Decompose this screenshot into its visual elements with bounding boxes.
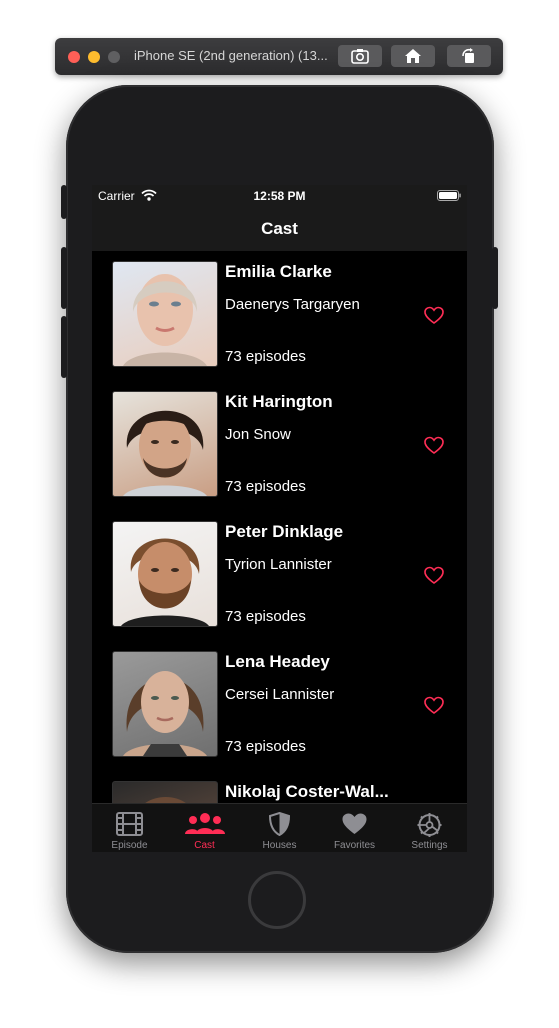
actor-name: Lena Headey (225, 652, 330, 671)
actor-name: Kit Harington (225, 392, 333, 411)
tab-settings[interactable]: Settings (392, 804, 467, 852)
portrait-image (121, 538, 209, 626)
character-name: Jon Snow (225, 426, 291, 443)
favorite-heart-icon[interactable] (424, 696, 444, 716)
cast-row[interactable]: Nikolaj Coster-Wal... (112, 771, 452, 803)
home-toolbar-button[interactable] (391, 45, 435, 67)
actor-photo (112, 651, 218, 757)
mute-switch (61, 185, 67, 219)
tab-label: Cast (194, 840, 215, 851)
simulator-title: iPhone SE (2nd generation) (13... (134, 48, 328, 63)
cast-row[interactable]: Peter Dinklage Tyrion Lannister 73 episo… (112, 511, 452, 627)
home-icon (405, 49, 421, 63)
actor-name: Peter Dinklage (225, 522, 344, 541)
volume-up-button (61, 247, 67, 309)
character-name: Daenerys Targaryen (225, 296, 360, 313)
portrait-image (123, 274, 207, 366)
tab-label: Favorites (333, 840, 376, 851)
tab-episode[interactable]: Episode (92, 804, 167, 852)
episode-count: 73 episodes (225, 608, 306, 625)
tab-bar: Episode Cast Houses Favorites Settings (92, 803, 467, 852)
actor-name: Nikolaj Coster-Wal... (225, 782, 389, 801)
tab-label: Episode (111, 840, 148, 851)
close-window-button[interactable] (68, 51, 80, 63)
clock: 12:58 PM (253, 189, 306, 203)
zoom-window-button (108, 51, 120, 63)
portrait-image (123, 671, 207, 756)
gear-icon (417, 813, 442, 837)
episode-count: 73 episodes (225, 738, 306, 755)
film-icon (116, 812, 143, 836)
episode-count: 73 episodes (225, 348, 306, 365)
cast-row[interactable]: Emilia Clarke Daenerys Targaryen 73 epis… (112, 251, 452, 367)
rotate-icon (462, 48, 474, 63)
actor-photo (112, 391, 218, 497)
tab-favorites[interactable]: Favorites (317, 804, 392, 852)
tab-cast[interactable]: Cast (167, 804, 242, 852)
minimize-window-button[interactable] (88, 51, 100, 63)
tab-label: Houses (262, 840, 297, 851)
tab-label: Settings (411, 840, 448, 851)
battery-icon (437, 190, 461, 201)
portrait-image (145, 797, 186, 803)
camera-icon (351, 49, 369, 64)
rotate-button[interactable] (447, 45, 491, 67)
screenshot-button[interactable] (338, 45, 382, 67)
app-screen: Carrier 12:58 PM Cast Emilia Clarke Daen… (92, 185, 467, 852)
actor-name: Emilia Clarke (225, 262, 332, 281)
people-icon (185, 813, 225, 834)
actor-photo (112, 261, 218, 367)
heart-icon (342, 813, 367, 834)
page-title: Cast (261, 219, 298, 238)
status-bar: Carrier 12:58 PM (92, 185, 467, 207)
shield-icon (268, 812, 291, 836)
portrait-image (123, 410, 207, 496)
favorite-heart-icon[interactable] (424, 436, 444, 456)
volume-down-button (61, 316, 67, 378)
tab-houses[interactable]: Houses (242, 804, 317, 852)
cast-row[interactable]: Kit Harington Jon Snow 73 episodes (112, 381, 452, 497)
favorite-heart-icon[interactable] (424, 306, 444, 326)
simulator-toolbar: iPhone SE (2nd generation) (13... (55, 38, 503, 75)
episode-count: 73 episodes (225, 478, 306, 495)
navigation-bar: Cast (92, 207, 467, 251)
home-button[interactable] (248, 871, 306, 929)
power-button (492, 247, 498, 309)
character-name: Cersei Lannister (225, 686, 335, 703)
actor-photo (112, 781, 218, 803)
favorite-heart-icon[interactable] (424, 566, 444, 586)
cast-row[interactable]: Lena Headey Cersei Lannister 73 episodes (112, 641, 452, 757)
character-name: Tyrion Lannister (225, 556, 332, 573)
cast-list[interactable]: Emilia Clarke Daenerys Targaryen 73 epis… (92, 251, 467, 803)
actor-photo (112, 521, 218, 627)
